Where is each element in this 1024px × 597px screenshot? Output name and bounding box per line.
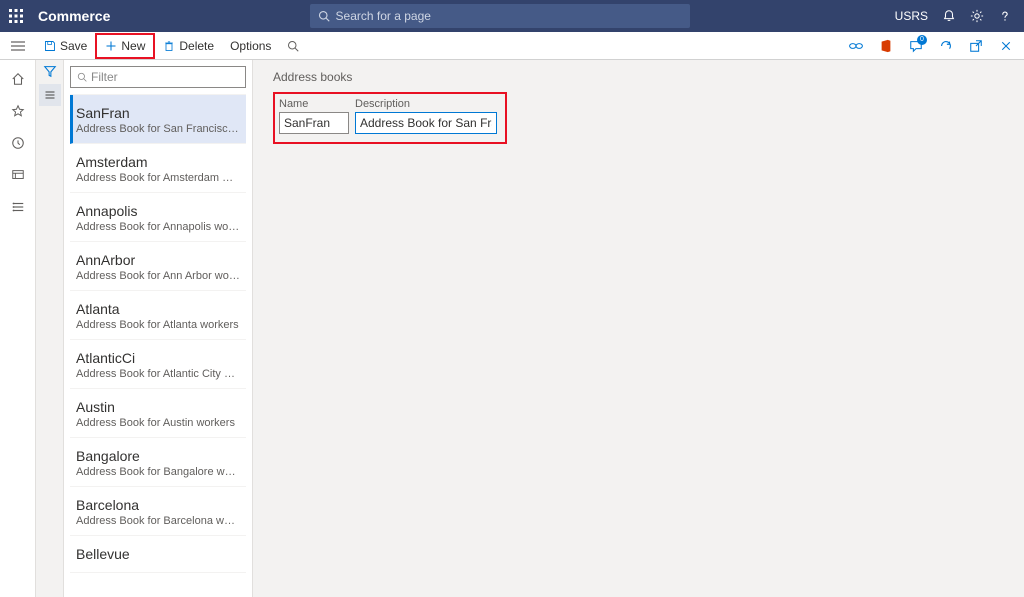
help-icon[interactable] [992, 0, 1018, 32]
options-button[interactable]: Options [222, 32, 279, 60]
plus-icon [105, 40, 117, 52]
top-bar: Commerce Search for a page USRS [0, 0, 1024, 32]
app-launcher-icon[interactable] [0, 0, 32, 32]
list-filter-input[interactable]: Filter [70, 66, 246, 88]
list-item[interactable]: Atlanta Address Book for Atlanta workers [70, 291, 246, 340]
list-item-desc: Address Book for Annapolis workers [76, 221, 240, 233]
search-placeholder: Search for a page [336, 9, 431, 23]
list-item-desc: Address Book for Ann Arbor workers [76, 270, 240, 282]
list-item-name: Amsterdam [76, 154, 240, 170]
side-rail [0, 60, 36, 597]
funnel-filter-icon[interactable] [43, 64, 57, 78]
name-field-label: Name [279, 98, 349, 110]
list-item-desc: Address Book for Atlantic City workers [76, 368, 240, 380]
record-list: Filter SanFran Address Book for San Franc… [64, 60, 252, 597]
list-item-name: Atlanta [76, 301, 240, 317]
list-item[interactable]: Bellevue [70, 536, 246, 573]
search-icon [77, 72, 87, 82]
list-item-name: AtlanticCi [76, 350, 240, 366]
link-icon[interactable] [842, 32, 870, 60]
list-item[interactable]: Barcelona Address Book for Barcelona work… [70, 487, 246, 536]
list-item-name: Austin [76, 399, 240, 415]
trash-icon [163, 40, 175, 52]
delete-button[interactable]: Delete [155, 32, 222, 60]
list-item[interactable]: Annapolis Address Book for Annapolis work… [70, 193, 246, 242]
list-item[interactable]: Bangalore Address Book for Bangalore work… [70, 438, 246, 487]
list-item[interactable]: AtlanticCi Address Book for Atlantic City… [70, 340, 246, 389]
search-icon [287, 40, 299, 52]
list-item-name: Bangalore [76, 448, 240, 464]
filter-placeholder: Filter [91, 70, 118, 84]
list-item-name: Annapolis [76, 203, 240, 219]
office-icon[interactable] [872, 32, 900, 60]
list-item-desc: Address Book for San Francisco store wor… [76, 123, 240, 135]
list-view-icon[interactable] [39, 84, 61, 106]
list-item[interactable]: Amsterdam Address Book for Amsterdam work… [70, 144, 246, 193]
record-form: Name Description [273, 92, 507, 144]
description-input[interactable] [355, 112, 497, 134]
new-button[interactable]: New [95, 33, 155, 59]
messages-icon[interactable]: 0 [902, 32, 930, 60]
delete-label: Delete [179, 39, 214, 53]
list-item-name: AnnArbor [76, 252, 240, 268]
global-search-input[interactable]: Search for a page [310, 4, 690, 28]
list-item-desc: Address Book for Bangalore workers [76, 466, 240, 478]
page-title: Address books [273, 70, 1020, 84]
name-input[interactable] [279, 112, 349, 134]
close-icon[interactable] [992, 32, 1020, 60]
user-label[interactable]: USRS [889, 9, 934, 23]
settings-gear-icon[interactable] [964, 0, 990, 32]
save-label: Save [60, 39, 87, 53]
description-field-label: Description [355, 98, 497, 110]
app-title: Commerce [32, 8, 110, 24]
nav-collapse-icon[interactable] [0, 40, 36, 52]
home-icon[interactable] [2, 64, 34, 94]
save-icon [44, 40, 56, 52]
list-item-desc: Address Book for Amsterdam workers [76, 172, 240, 184]
list-item[interactable]: Austin Address Book for Austin workers [70, 389, 246, 438]
options-label: Options [230, 39, 271, 53]
message-count-badge: 0 [917, 35, 927, 45]
main-content: Address books Name Description [252, 60, 1024, 597]
search-icon [318, 10, 330, 22]
recent-clock-icon[interactable] [2, 128, 34, 158]
action-toolbar: Save New Delete Options 0 [0, 32, 1024, 60]
list-item-desc: Address Book for Austin workers [76, 417, 240, 429]
list-item-desc: Address Book for Barcelona workers [76, 515, 240, 527]
notification-bell-icon[interactable] [936, 0, 962, 32]
list-item-desc: Address Book for Atlanta workers [76, 319, 240, 331]
list-item-name: Barcelona [76, 497, 240, 513]
workspace-icon[interactable] [2, 160, 34, 190]
popout-icon[interactable] [962, 32, 990, 60]
list-item-name: Bellevue [76, 546, 240, 562]
modules-icon[interactable] [2, 192, 34, 222]
filter-column [36, 60, 64, 597]
list-item[interactable]: SanFran Address Book for San Francisco st… [70, 95, 246, 144]
new-label: New [121, 39, 145, 53]
toolbar-search-button[interactable] [279, 32, 307, 60]
list-item-name: SanFran [76, 105, 240, 121]
favorite-star-icon[interactable] [2, 96, 34, 126]
refresh-icon[interactable] [932, 32, 960, 60]
list-item[interactable]: AnnArbor Address Book for Ann Arbor worke… [70, 242, 246, 291]
save-button[interactable]: Save [36, 32, 95, 60]
